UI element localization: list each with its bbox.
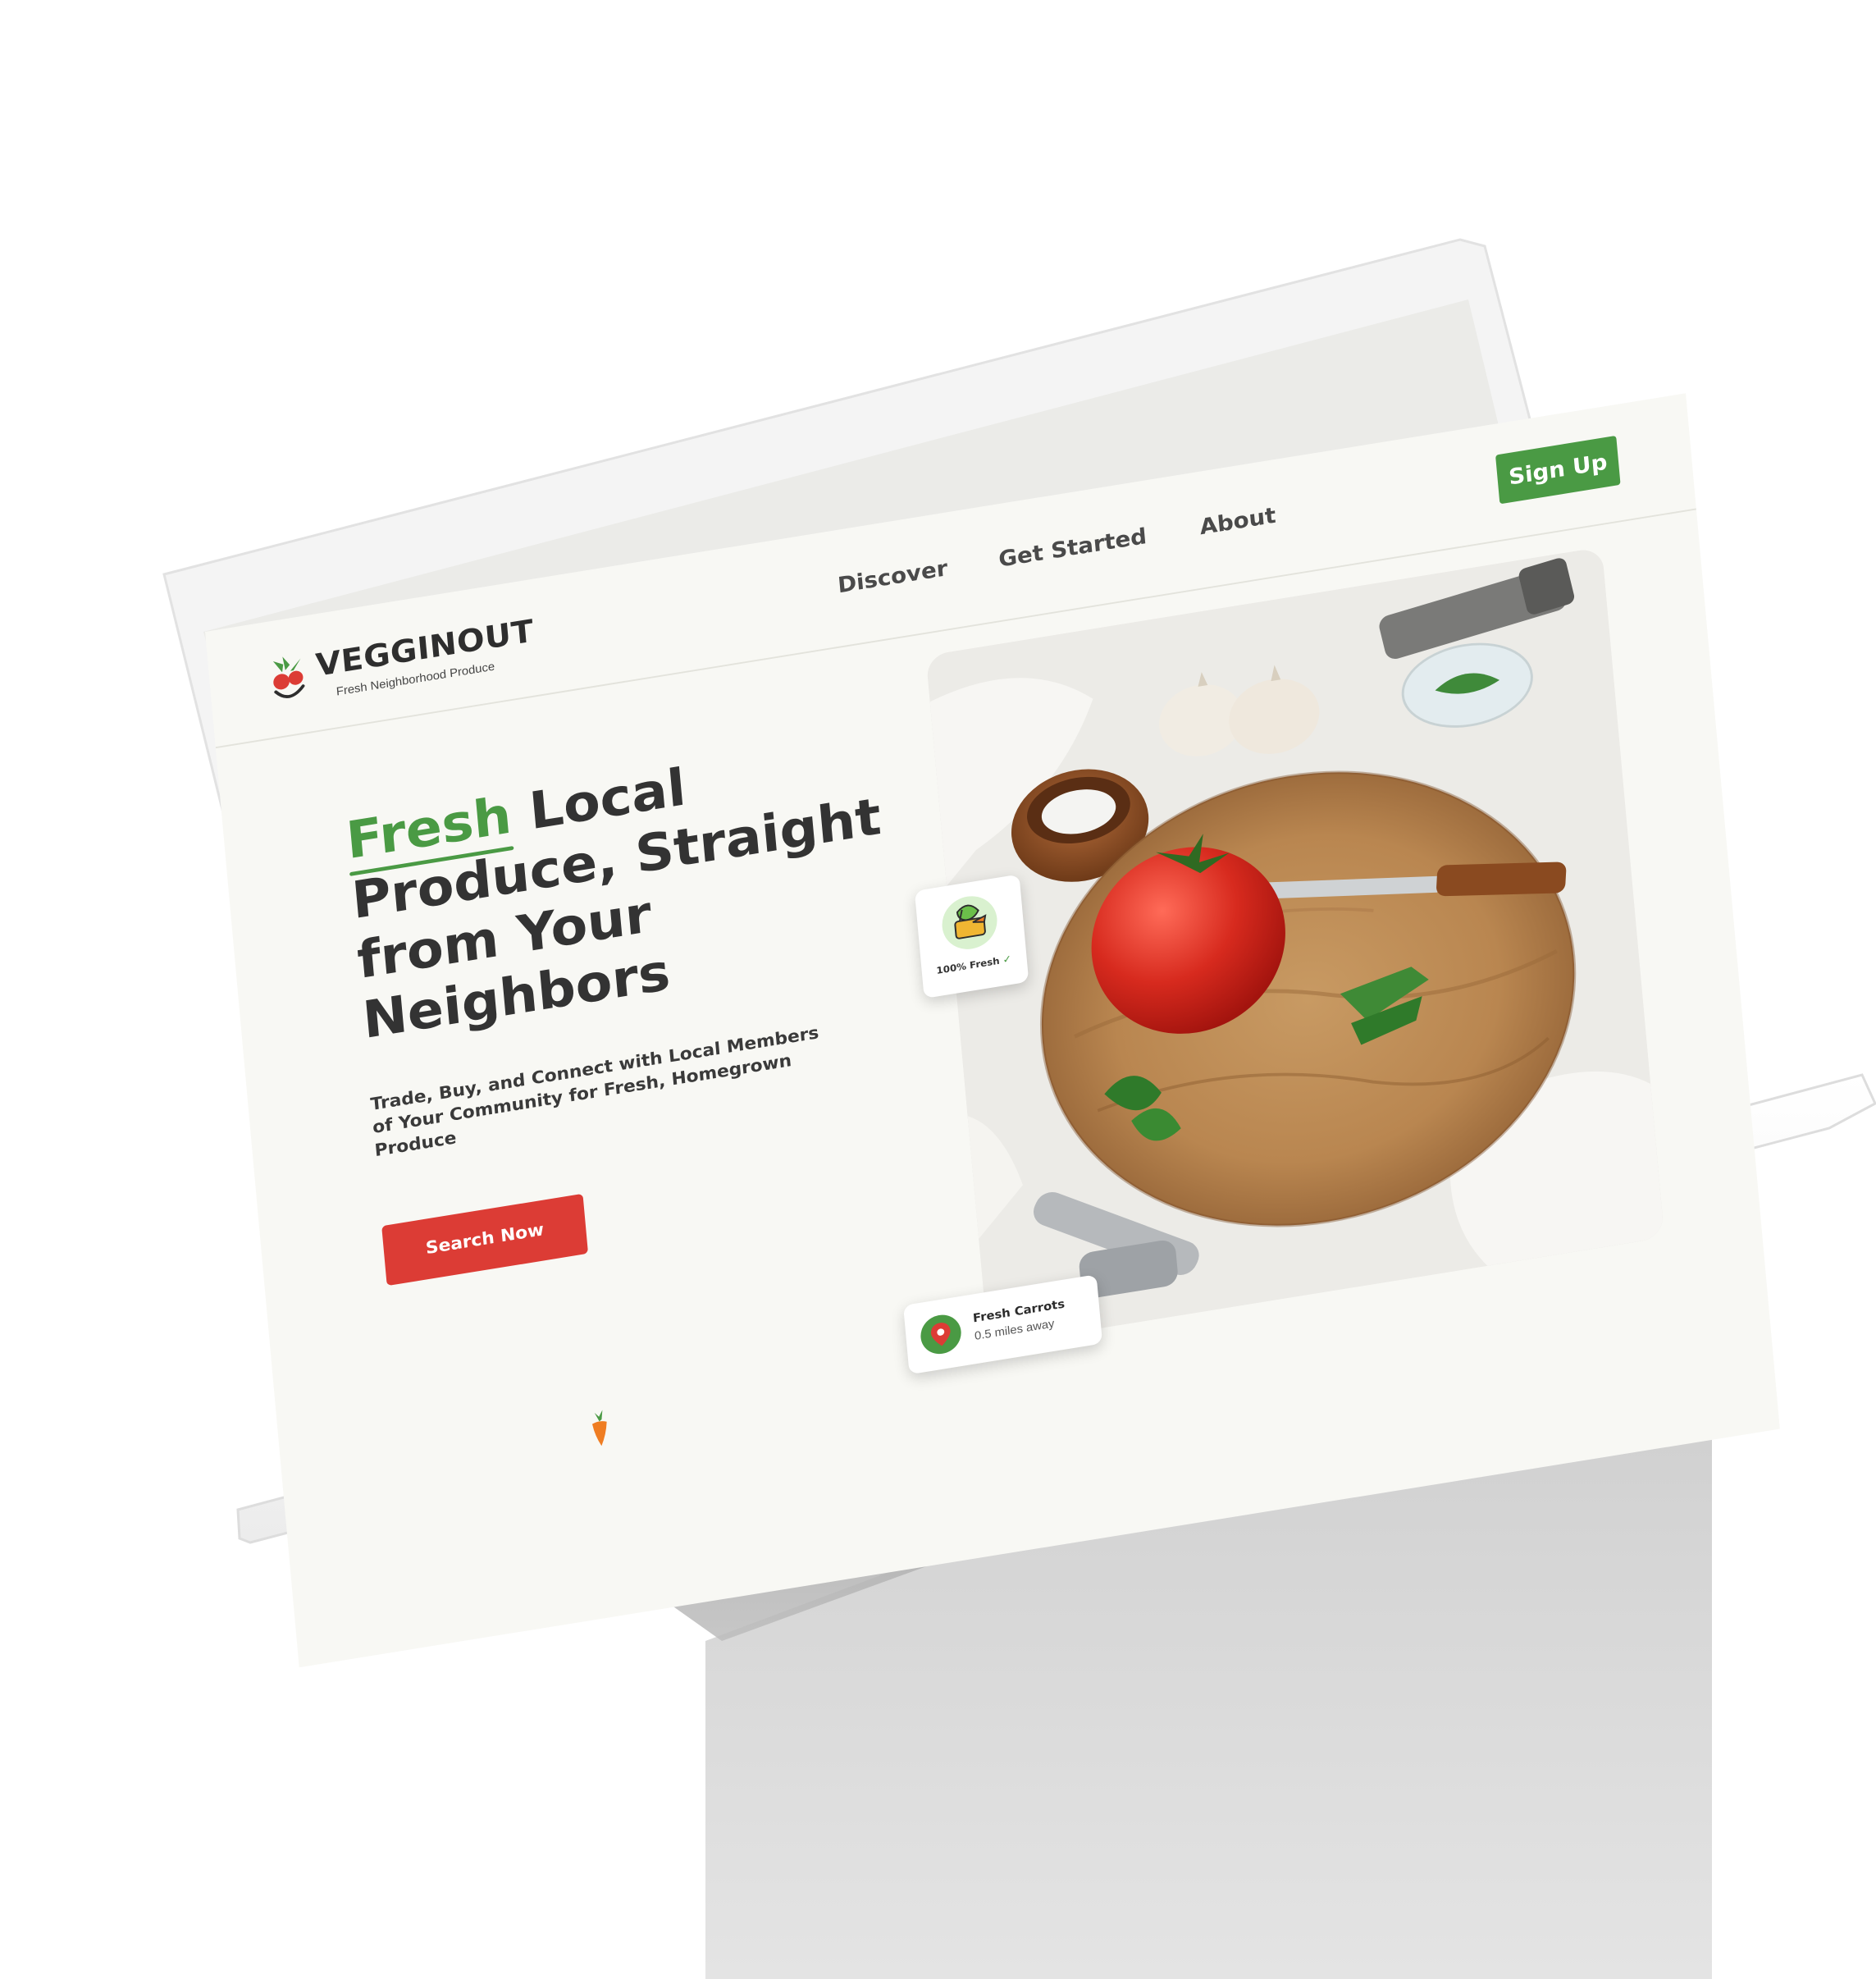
carrot-icon [591,1410,607,1447]
nav-link-about[interactable]: About [1198,502,1276,540]
fresh-badge-label: 100% Fresh ✓ [936,953,1012,977]
fresh-badge-circle [939,892,1000,953]
fresh-badge-card: 100% Fresh ✓ [914,874,1029,999]
hero-subtext: Trade, Buy, and Connect with Local Membe… [369,1023,820,1161]
nav-link-get-started[interactable]: Get Started [997,523,1148,573]
check-icon: ✓ [1002,953,1012,967]
location-pin-circle [919,1312,963,1357]
map-pin-icon [931,1323,951,1346]
nav-link-discover[interactable]: Discover [837,555,949,598]
vegetable-basket-icon [954,904,987,939]
nav-links: Discover Get Started About [837,502,1277,603]
cutting-board-illustration [925,546,1665,1346]
hero-headline: Fresh Local Produce, Straight from Your … [344,719,945,1051]
fresh-badge-text: 100% Fresh [935,955,1001,976]
brand-logo-link[interactable]: VEGGINOUT Fresh Neighborhood Produce [264,612,536,715]
location-card[interactable]: Fresh Carrots 0.5 miles away [903,1274,1103,1375]
signup-button[interactable]: Sign Up [1495,435,1621,505]
radish-logo-icon [272,656,305,698]
hero-image [925,546,1665,1346]
search-now-button[interactable]: Search Now [381,1193,589,1287]
device-mockup-scene: VEGGINOUT Fresh Neighborhood Produce Dis… [0,0,1876,1979]
hero-section: Fresh Local Produce, Straight from Your … [344,719,955,1287]
